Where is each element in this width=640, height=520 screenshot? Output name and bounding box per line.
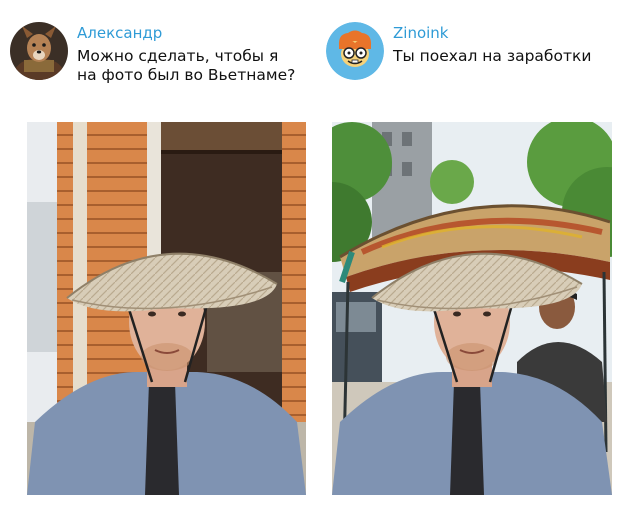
original-photo[interactable] (27, 122, 306, 495)
comment-author[interactable]: Zinoink (393, 24, 591, 43)
cartoon-face-avatar[interactable] (326, 22, 384, 80)
edited-photo[interactable] (332, 122, 612, 495)
comment-text-line: на фото был во Вьетнаме? (77, 66, 296, 84)
comment-aleksandr: Александр Можно сделать, чтобы я на фото… (10, 22, 310, 85)
comment-text-line: Можно сделать, чтобы я (77, 47, 279, 65)
dog-portrait-avatar[interactable] (10, 22, 68, 80)
comment-text-line: Ты поехал на заработки (393, 47, 592, 65)
comment-zinoink: Zinoink Ты поехал на заработки (326, 22, 630, 80)
comment-author[interactable]: Александр (77, 24, 295, 43)
